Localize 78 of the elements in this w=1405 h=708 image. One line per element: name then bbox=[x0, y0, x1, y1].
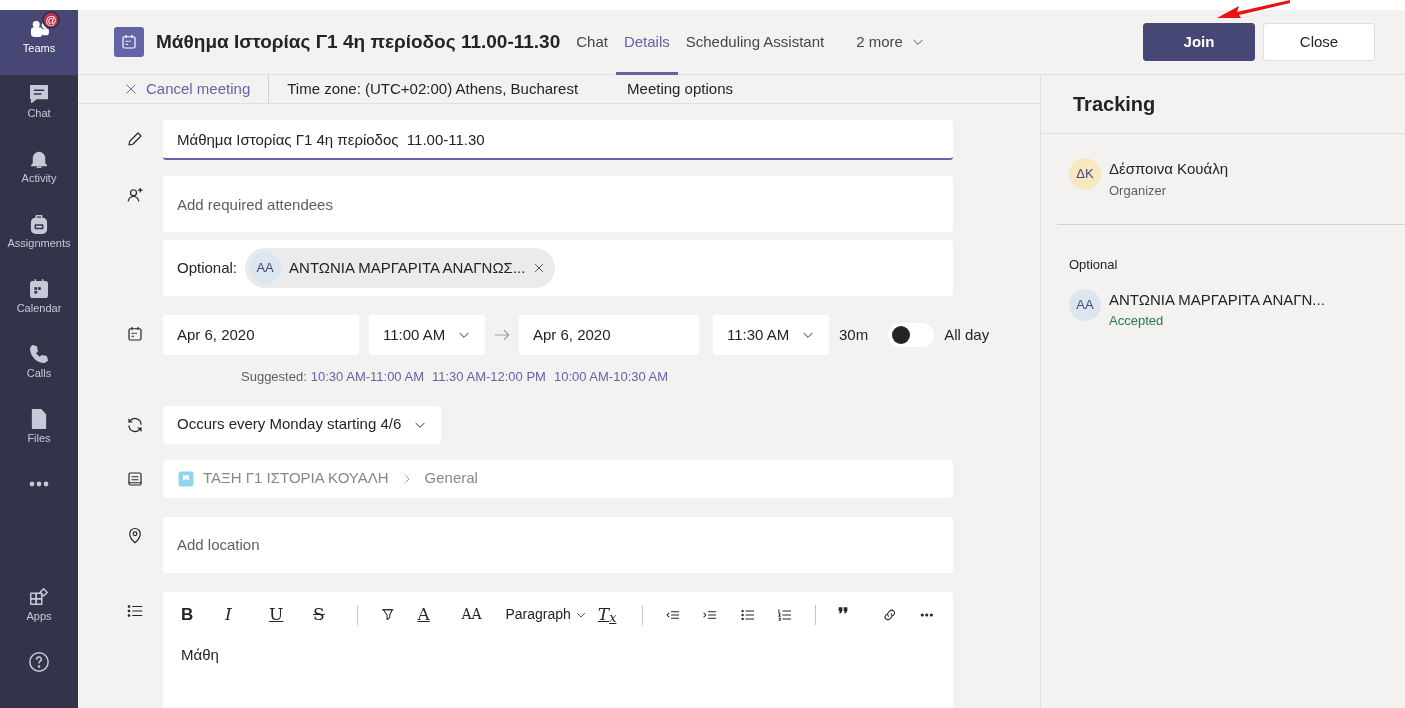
description-editor[interactable]: B I U S A AA Paragraph T$_{x}$ ❜❜ Μάθη bbox=[163, 591, 953, 708]
start-time-dropdown[interactable]: 11:00 AM bbox=[369, 315, 485, 355]
mention-badge: @ bbox=[42, 11, 60, 29]
tab[interactable]: Scheduling Assistant bbox=[677, 9, 833, 75]
suggested-time-link[interactable]: 10:30 AM-11:00 AM bbox=[306, 367, 428, 387]
optional-label: Optional: bbox=[177, 257, 238, 278]
all-day-toggle[interactable] bbox=[888, 323, 935, 347]
time-zone-label: Time zone: (UTC+02:00) Athens, Bucharest bbox=[287, 78, 579, 99]
tab[interactable]: Chat bbox=[568, 9, 616, 75]
rail-button[interactable]: Apps bbox=[0, 578, 78, 643]
avatar: ΔΚ bbox=[1069, 158, 1101, 190]
suggested-time-link[interactable]: 11:30 AM-12:00 PM bbox=[428, 367, 550, 387]
recurrence-dropdown[interactable]: Occurs every Monday starting 4/6 bbox=[163, 405, 442, 444]
meeting-icon bbox=[114, 27, 144, 57]
optional-attendees-field[interactable]: Optional: AA ΑΝΤΩΝΙΑ ΜΑΡΓΑΡΙΤΑ ΑΝΑΓΝΩΣ... bbox=[163, 240, 953, 296]
paragraph-dropdown[interactable]: Paragraph bbox=[505, 599, 576, 630]
font-size-button[interactable]: AA bbox=[461, 599, 484, 630]
close-icon[interactable] bbox=[533, 262, 546, 274]
backpack-icon bbox=[28, 213, 50, 235]
help-icon bbox=[28, 651, 50, 673]
attendee-chip[interactable]: AA ΑΝΤΩΝΙΑ ΜΑΡΓΑΡΙΤΑ ΑΝΑΓΝΩΣ... bbox=[245, 248, 556, 288]
duration-label: 30m bbox=[839, 324, 869, 345]
rail-button[interactable]: Chat bbox=[0, 75, 78, 140]
start-date-field[interactable]: Apr 6, 2020 bbox=[163, 315, 359, 355]
suggested-time-link[interactable]: 10:00 AM-10:30 AM bbox=[549, 367, 673, 387]
location-field[interactable]: Add location bbox=[163, 516, 953, 573]
italic-button[interactable]: I bbox=[225, 599, 247, 630]
person-name: Δέσποινα Κουάλη bbox=[1109, 159, 1228, 179]
apps-icon bbox=[28, 586, 50, 608]
response-status: Accepted bbox=[1109, 312, 1165, 330]
repeat-icon bbox=[126, 415, 144, 434]
rail-button[interactable]: Teams @ bbox=[0, 10, 78, 75]
attendees-field[interactable]: Add required attendees bbox=[163, 176, 953, 232]
chat-icon bbox=[28, 83, 50, 105]
location-icon bbox=[126, 526, 144, 545]
suggested-label: Suggested: bbox=[241, 368, 307, 386]
section-label: Optional bbox=[1069, 256, 1119, 274]
rail-button[interactable]: Calendar bbox=[0, 270, 78, 335]
cancel-meeting-button[interactable]: Cancel meeting bbox=[124, 77, 251, 101]
meeting-options-link[interactable]: Meeting options bbox=[626, 76, 734, 102]
calendar-icon bbox=[126, 325, 144, 343]
rail-button[interactable]: Assignments bbox=[0, 205, 78, 270]
more-icon bbox=[28, 481, 50, 487]
tab[interactable]: Details bbox=[615, 9, 678, 75]
avatar: AA bbox=[249, 252, 282, 284]
all-day-label: All day bbox=[944, 324, 990, 345]
clear-format-button[interactable]: T$_{x}$ bbox=[597, 599, 620, 630]
channel-field[interactable]: ΤΑΞΗ Γ1 ΙΣΤΟΡΙΑ ΚΟΥΑΛΗ General bbox=[163, 459, 953, 498]
phone-icon bbox=[28, 343, 50, 365]
quote-button[interactable]: ❜❜ bbox=[837, 599, 860, 630]
avatar: AA bbox=[1069, 288, 1101, 321]
editor-text: Μάθη bbox=[181, 644, 219, 665]
add-person-icon bbox=[126, 186, 144, 204]
meeting-title: Μάθημα Ιστορίας Γ1 4η περίοδος 11.00-11.30 bbox=[156, 29, 561, 54]
person-name: ΑΝΤΩΝΙΑ ΜΑΡΓΑΡΙΤΑ ΑΝΑΓΝ... bbox=[1109, 289, 1325, 310]
calendar-icon bbox=[28, 278, 50, 300]
attendee-name: ΑΝΤΩΝΙΑ ΜΑΡΓΑΡΙΤΑ ΑΝΑΓΝΩΣ... bbox=[289, 257, 526, 278]
rail-button[interactable]: Activity bbox=[0, 140, 78, 205]
strikethrough-button[interactable]: S bbox=[313, 599, 335, 630]
join-button[interactable]: Join bbox=[1143, 23, 1255, 61]
bold-button[interactable]: B bbox=[181, 599, 203, 630]
more-tabs-dropdown[interactable]: 2 more bbox=[848, 9, 933, 75]
tracking-heading: Tracking bbox=[1041, 75, 1405, 134]
end-time-dropdown[interactable]: 11:30 AM bbox=[713, 315, 829, 355]
role-label: Organizer bbox=[1109, 181, 1168, 200]
channel-icon bbox=[126, 469, 144, 488]
team-name: ΤΑΞΗ Γ1 ΙΣΤΟΡΙΑ ΚΟΥΑΛΗ bbox=[203, 468, 389, 489]
pencil-icon bbox=[126, 130, 144, 148]
font-color-button[interactable]: A bbox=[417, 599, 440, 630]
end-date-field[interactable]: Apr 6, 2020 bbox=[519, 315, 699, 355]
close-icon bbox=[124, 82, 138, 96]
underline-button[interactable]: U bbox=[269, 599, 291, 630]
team-icon bbox=[177, 469, 195, 488]
rail-button[interactable]: Calls bbox=[0, 335, 78, 400]
channel-name: General bbox=[424, 468, 478, 489]
title-field[interactable]: Μάθημα Ιστορίας Γ1 4η περίοδος 11.00-11.30 bbox=[163, 120, 953, 160]
rail-button[interactable]: Files bbox=[0, 400, 78, 465]
close-button[interactable]: Close bbox=[1263, 23, 1375, 61]
